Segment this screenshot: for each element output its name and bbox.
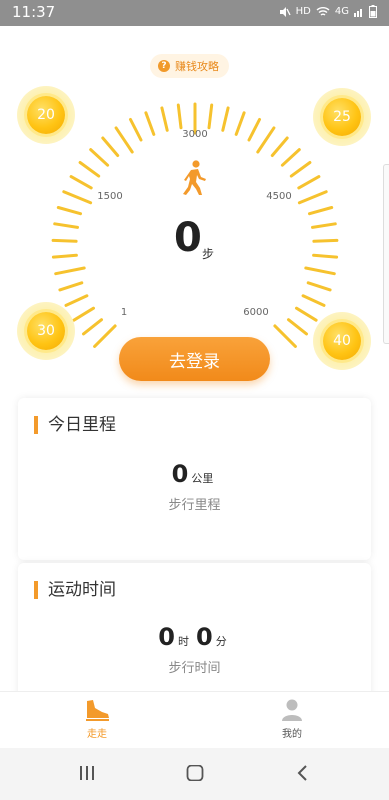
coin-value: 20 xyxy=(27,96,65,134)
signal-type: 4G xyxy=(334,6,349,17)
coin-value: 30 xyxy=(27,312,65,350)
home-icon[interactable] xyxy=(186,765,204,781)
steps-unit: 步 xyxy=(202,247,215,261)
exercise-time-card: 运动时间 0 时 0 分 步行时间 xyxy=(18,563,371,691)
user-icon xyxy=(282,699,302,721)
gauge-tick xyxy=(78,161,101,178)
edge-panel-handle[interactable] xyxy=(383,164,389,344)
gauge-tick xyxy=(297,190,328,205)
gauge-tick xyxy=(176,103,183,130)
gauge-tick xyxy=(82,318,103,336)
mileage-unit: 公里 xyxy=(191,472,214,485)
gauge-tick xyxy=(306,281,332,292)
back-icon[interactable] xyxy=(296,765,310,781)
status-time: 11:37 xyxy=(12,3,56,21)
gauge-tick xyxy=(280,148,301,167)
mileage-subtitle: 步行里程 xyxy=(168,498,221,513)
gauge-tick xyxy=(129,118,143,142)
hours-value: 0 xyxy=(158,623,175,651)
gauge-tick xyxy=(69,175,93,190)
mileage-value-row: 0 公里 xyxy=(18,460,371,488)
gauge-tick xyxy=(51,253,78,259)
gauge-tick xyxy=(297,175,321,190)
gauge-tick xyxy=(58,281,84,292)
gauge-tick xyxy=(72,306,95,322)
gauge-tick xyxy=(308,206,334,216)
gauge-tick xyxy=(144,111,156,136)
tab-walk-label: 走走 xyxy=(87,729,107,740)
gauge-tick xyxy=(270,136,289,157)
gauge-tick xyxy=(273,324,297,348)
mute-icon xyxy=(279,6,291,17)
gauge-tick xyxy=(54,266,86,276)
gauge-tick xyxy=(312,253,339,259)
tab-mine-label: 我的 xyxy=(282,729,302,740)
exercise-time-subtitle: 步行时间 xyxy=(168,661,221,676)
coin-bubble[interactable]: 30 xyxy=(17,302,75,360)
tab-mine[interactable]: 我的 xyxy=(262,698,322,740)
status-icons: HD 4G xyxy=(279,5,377,18)
gauge-label-min: 1 xyxy=(120,307,128,318)
gauge-tick xyxy=(101,136,120,157)
gauge-label-4500: 4500 xyxy=(266,191,292,202)
minutes-unit: 分 xyxy=(215,635,227,648)
gauge-tick xyxy=(295,306,318,322)
hours-unit: 时 xyxy=(178,635,189,648)
gauge-tick xyxy=(301,294,326,307)
coin-bubble[interactable]: 40 xyxy=(313,312,371,370)
gauge-tick xyxy=(51,238,78,243)
wifi-icon xyxy=(316,7,330,16)
gauge-tick xyxy=(89,148,110,167)
login-button[interactable]: 去登录 xyxy=(119,337,270,381)
signal-icon xyxy=(354,9,362,17)
gauge-tick xyxy=(304,266,336,276)
gauge-tick xyxy=(62,190,93,205)
gauge-tick xyxy=(289,161,312,178)
main-content: ? 赚钱攻略 1500 3000 4500 1 6000 0 步 20 25 3… xyxy=(0,26,389,691)
gauge-tick xyxy=(311,222,337,229)
minutes-value: 0 xyxy=(196,623,213,651)
steps-value: 0 xyxy=(174,215,202,261)
gauge-tick xyxy=(207,103,214,130)
mileage-value: 0 xyxy=(171,460,189,488)
exercise-time-value-row: 0 时 0 分 xyxy=(18,623,371,651)
network-label: HD xyxy=(295,6,311,17)
gauge-tick xyxy=(93,324,117,348)
gauge-tick xyxy=(114,126,134,154)
gauge-tick xyxy=(64,294,89,307)
walker-icon xyxy=(183,160,206,195)
gauge-tick xyxy=(256,126,276,154)
mileage-card: 今日里程 0 公里 步行里程 xyxy=(18,398,371,560)
status-bar: 11:37 HD 4G xyxy=(0,0,389,26)
coin-value: 40 xyxy=(323,322,361,360)
gauge-tick xyxy=(53,222,79,229)
battery-icon xyxy=(369,5,377,18)
gauge-tick xyxy=(247,118,261,142)
coin-bubble[interactable]: 25 xyxy=(313,88,371,146)
gauge-tick xyxy=(234,111,246,136)
mileage-title: 今日里程 xyxy=(34,416,116,434)
gauge-label-max: 6000 xyxy=(243,307,269,318)
gauge-label-1500: 1500 xyxy=(97,191,123,202)
exercise-time-title: 运动时间 xyxy=(34,581,116,599)
recent-apps-icon[interactable] xyxy=(78,765,96,781)
coin-value: 25 xyxy=(323,98,361,136)
gauge-tick xyxy=(312,238,339,243)
gauge-tick xyxy=(56,206,82,216)
system-nav-bar xyxy=(0,748,389,800)
gauge-label-3000: 3000 xyxy=(182,129,208,140)
bottom-tab-bar: 走走 我的 xyxy=(0,691,389,748)
gauge-tick xyxy=(221,106,230,132)
gauge-tick xyxy=(160,106,169,132)
tab-walk[interactable]: 走走 xyxy=(67,698,127,740)
shoe-icon xyxy=(86,700,109,721)
coin-bubble[interactable]: 20 xyxy=(17,86,75,144)
gauge-tick xyxy=(287,318,308,336)
